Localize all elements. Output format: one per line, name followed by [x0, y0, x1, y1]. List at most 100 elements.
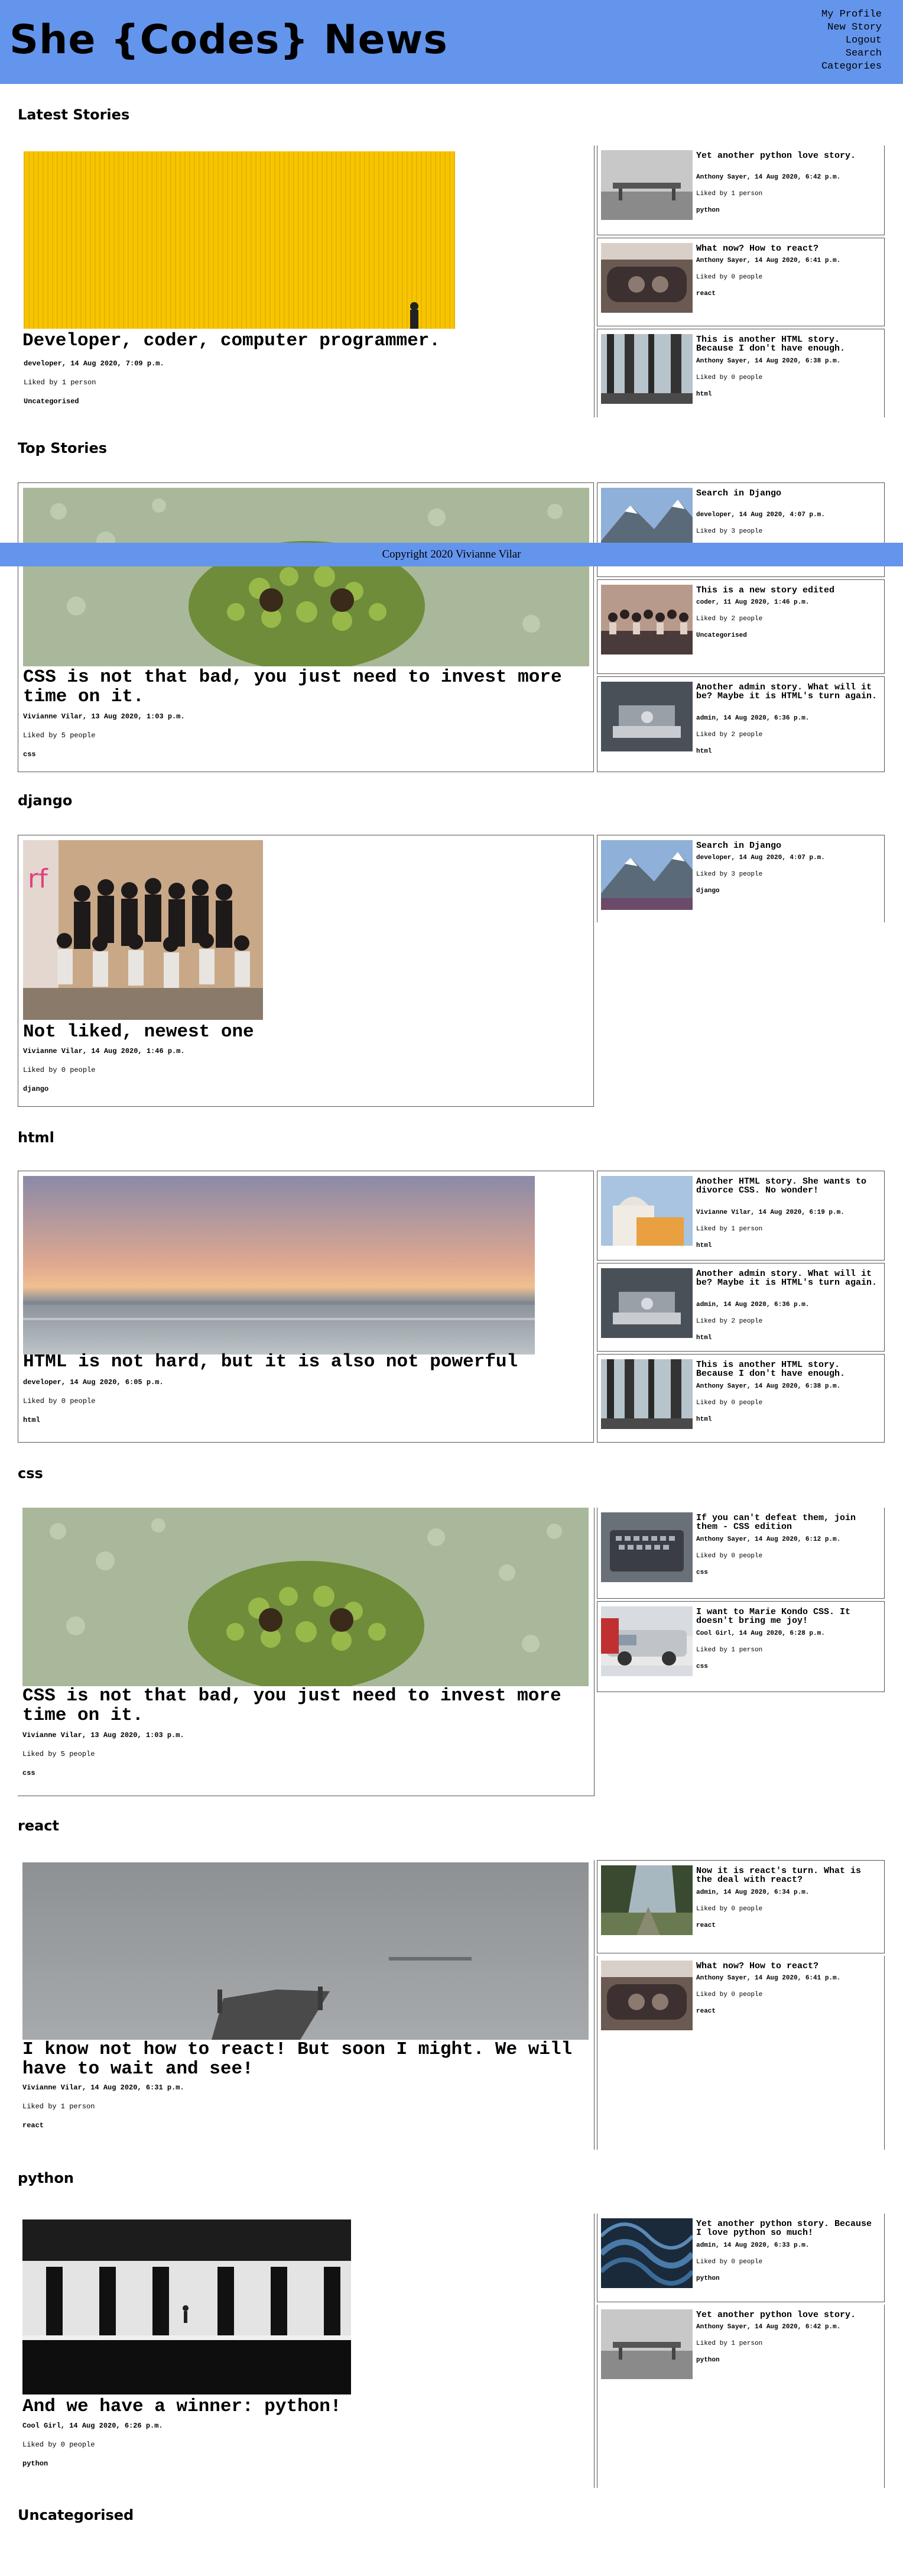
side-story-card[interactable]: Now it is react's turn. What is the deal…: [597, 1860, 885, 1953]
story-title[interactable]: I know not how to react! But soon I migh…: [22, 2040, 590, 2079]
story-thumbnail[interactable]: [601, 150, 693, 220]
side-story-card[interactable]: Another admin story. What will it be? Ma…: [597, 1263, 885, 1352]
story-author[interactable]: developer, 14 Aug 2020, 7:09 p.m.: [24, 359, 164, 368]
side-story-category[interactable]: html: [696, 391, 840, 398]
side-story-card[interactable]: Another HTML story. She wants to divorce…: [597, 1171, 885, 1261]
side-story-card[interactable]: What now? How to react? Anthony Sayer, 1…: [597, 1956, 885, 2150]
side-story-title[interactable]: Another admin story. What will it be? Ma…: [696, 683, 881, 701]
side-story-title[interactable]: This is a new story edited: [696, 586, 881, 595]
story-image[interactable]: [23, 488, 589, 666]
side-story-title[interactable]: Now it is react's turn. What is the deal…: [696, 1867, 881, 1884]
nav-my-profile[interactable]: My Profile: [821, 8, 882, 21]
side-story-category[interactable]: html: [696, 1242, 844, 1249]
side-story-title[interactable]: This is another HTML story. Because I do…: [696, 1360, 881, 1378]
story-title[interactable]: And we have a winner: python!: [22, 2397, 590, 2416]
side-story-title[interactable]: What now? How to react?: [696, 244, 881, 253]
story-image[interactable]: [22, 2219, 351, 2394]
side-story-author[interactable]: coder, 11 Aug 2020, 1:46 p.m.: [696, 599, 809, 606]
story-image[interactable]: rf: [23, 840, 263, 1020]
story-image[interactable]: [23, 1176, 535, 1355]
story-category[interactable]: css: [22, 1769, 184, 1777]
side-story-category[interactable]: Uncategorised: [696, 632, 809, 639]
nav-logout[interactable]: Logout: [821, 34, 882, 47]
side-story-author[interactable]: admin, 14 Aug 2020, 6:33 p.m.: [696, 2242, 809, 2249]
side-story-card[interactable]: Search in Django developer, 14 Aug 2020,…: [597, 835, 885, 922]
story-author[interactable]: Cool Girl, 14 Aug 2020, 6:26 p.m.: [22, 2422, 163, 2430]
story-thumbnail[interactable]: [601, 682, 693, 751]
nav-categories[interactable]: Categories: [821, 60, 882, 73]
side-story-category[interactable]: react: [696, 1922, 809, 1929]
story-card-main[interactable]: CSS is not that bad, you just need to in…: [18, 1508, 594, 1796]
side-story-card[interactable]: If you can't defeat them, join them - CS…: [597, 1508, 885, 1599]
story-thumbnail[interactable]: [601, 1512, 693, 1582]
story-thumbnail[interactable]: [601, 840, 693, 910]
story-thumbnail[interactable]: [601, 2218, 693, 2288]
side-story-author[interactable]: Anthony Sayer, 14 Aug 2020, 6:41 p.m.: [696, 257, 840, 264]
side-story-card[interactable]: What now? How to react? Anthony Sayer, 1…: [597, 238, 885, 326]
site-title[interactable]: She {Codes} News: [9, 17, 448, 63]
side-story-title[interactable]: I want to Marie Kondo CSS. It doesn't br…: [696, 1608, 881, 1625]
side-story-author[interactable]: admin, 14 Aug 2020, 6:36 p.m.: [696, 715, 809, 722]
story-thumbnail[interactable]: [601, 243, 693, 313]
story-thumbnail[interactable]: [601, 1268, 693, 1338]
side-story-card[interactable]: Yet another python love story. Anthony S…: [597, 145, 885, 235]
nav-new-story[interactable]: New Story: [821, 21, 882, 34]
story-category[interactable]: html: [23, 1416, 164, 1424]
side-story-author[interactable]: admin, 14 Aug 2020, 6:34 p.m.: [696, 1889, 809, 1896]
side-story-title[interactable]: This is another HTML story. Because I do…: [696, 335, 881, 353]
side-story-author[interactable]: Anthony Sayer, 14 Aug 2020, 6:38 p.m.: [696, 358, 840, 365]
story-title[interactable]: Developer, coder, computer programmer.: [22, 331, 590, 351]
story-thumbnail[interactable]: [601, 2309, 693, 2379]
story-category[interactable]: django: [23, 1085, 185, 1093]
side-story-title[interactable]: Yet another python love story.: [696, 151, 881, 160]
story-card-main[interactable]: rf Not liked, newest one Vivianne Vilar,…: [18, 835, 594, 1107]
side-story-category[interactable]: css: [696, 1663, 825, 1670]
side-story-author[interactable]: Anthony Sayer, 14 Aug 2020, 6:41 p.m.: [696, 1975, 840, 1982]
side-story-category[interactable]: python: [696, 2275, 809, 2282]
story-image[interactable]: [22, 1508, 589, 1686]
side-story-author[interactable]: developer, 14 Aug 2020, 4:07 p.m.: [696, 854, 825, 861]
side-story-category[interactable]: python: [696, 207, 840, 214]
side-story-category[interactable]: css: [696, 1569, 840, 1576]
side-story-title[interactable]: Yet another python story. Because I love…: [696, 2219, 881, 2237]
side-story-title[interactable]: Another HTML story. She wants to divorce…: [696, 1177, 881, 1195]
story-card-main[interactable]: And we have a winner: python! Cool Girl,…: [18, 2214, 594, 2488]
side-story-title[interactable]: If you can't defeat them, join them - CS…: [696, 1514, 881, 1531]
story-thumbnail[interactable]: [601, 1176, 693, 1246]
side-story-title[interactable]: Another admin story. What will it be? Ma…: [696, 1269, 881, 1287]
story-author[interactable]: Vivianne Vilar, 13 Aug 2020, 1:03 p.m.: [23, 712, 185, 721]
nav-search[interactable]: Search: [821, 47, 882, 60]
story-thumbnail[interactable]: [601, 1961, 693, 2030]
side-story-title[interactable]: Yet another python love story.: [696, 2311, 881, 2319]
side-story-author[interactable]: Anthony Sayer, 14 Aug 2020, 6:42 p.m.: [696, 174, 840, 181]
side-story-author[interactable]: Anthony Sayer, 14 Aug 2020, 6:38 p.m.: [696, 1383, 840, 1390]
side-story-card[interactable]: I want to Marie Kondo CSS. It doesn't br…: [597, 1601, 885, 1692]
side-story-card[interactable]: This is a new story edited coder, 11 Aug…: [597, 579, 885, 674]
side-story-card[interactable]: Yet another python love story. Anthony S…: [597, 2305, 885, 2488]
story-category[interactable]: Uncategorised: [24, 397, 164, 406]
side-story-card[interactable]: This is another HTML story. Because I do…: [597, 1354, 885, 1443]
side-story-author[interactable]: developer, 14 Aug 2020, 4:07 p.m.: [696, 511, 825, 519]
story-title[interactable]: Not liked, newest one: [23, 1022, 590, 1042]
side-story-author[interactable]: Cool Girl, 14 Aug 2020, 6:28 p.m.: [696, 1630, 825, 1637]
story-category[interactable]: css: [23, 750, 185, 759]
side-story-category[interactable]: python: [696, 2357, 840, 2364]
story-title[interactable]: CSS is not that bad, you just need to in…: [22, 1686, 590, 1725]
story-thumbnail[interactable]: [601, 1606, 693, 1676]
story-thumbnail[interactable]: [601, 1359, 693, 1429]
story-author[interactable]: Vivianne Vilar, 14 Aug 2020, 6:31 p.m.: [22, 2084, 184, 2092]
story-image[interactable]: [24, 151, 455, 329]
story-card-main[interactable]: I know not how to react! But soon I migh…: [18, 1860, 594, 2150]
story-thumbnail[interactable]: [601, 334, 693, 404]
story-author[interactable]: Vivianne Vilar, 13 Aug 2020, 1:03 p.m.: [22, 1731, 184, 1739]
story-author[interactable]: developer, 14 Aug 2020, 6:05 p.m.: [23, 1378, 164, 1386]
side-story-card[interactable]: Another admin story. What will it be? Ma…: [597, 676, 885, 772]
side-story-title[interactable]: Search in Django: [696, 489, 881, 498]
side-story-author[interactable]: Anthony Sayer, 14 Aug 2020, 6:42 p.m.: [696, 2324, 840, 2331]
side-story-category[interactable]: react: [696, 290, 840, 297]
story-thumbnail[interactable]: [601, 585, 693, 654]
side-story-category[interactable]: react: [696, 2008, 840, 2015]
side-story-title[interactable]: Search in Django: [696, 841, 881, 850]
story-card-main[interactable]: CSS is not that bad, you just need to in…: [18, 482, 594, 772]
story-category[interactable]: react: [22, 2121, 184, 2130]
